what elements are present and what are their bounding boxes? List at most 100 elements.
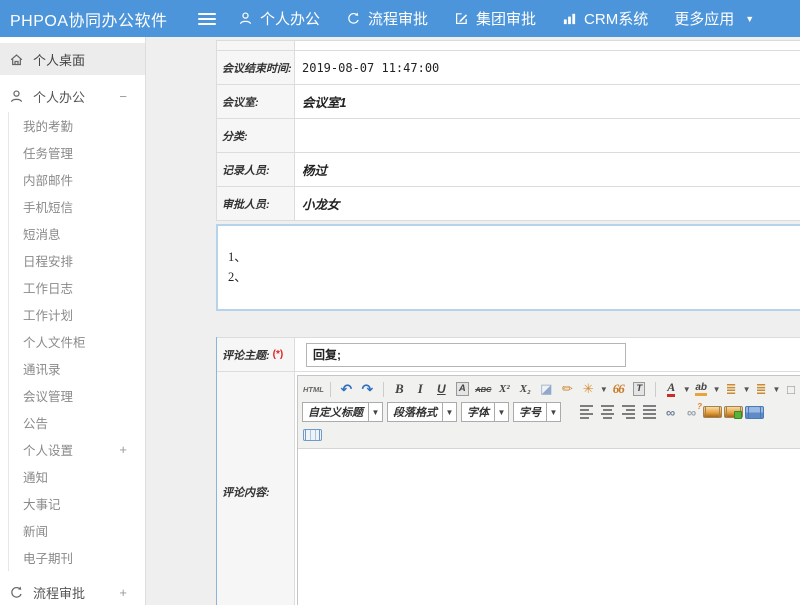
minutes-line: 1、	[228, 247, 800, 267]
superscript-icon[interactable]: X²	[495, 380, 514, 399]
unlink-icon[interactable]: ∞	[682, 403, 701, 422]
sidebar-submenu: 我的考勤任务管理内部邮件手机短信短消息日程安排工作日志工作计划个人文件柜通讯录会…	[8, 112, 145, 571]
caret-down-icon[interactable]: ▼	[494, 403, 508, 421]
sidebar-item-label: 任务管理	[23, 143, 73, 162]
sidebar-group-process-approval[interactable]: 流程审批 +	[0, 576, 145, 605]
home-icon	[9, 52, 24, 67]
sidebar-item-notification[interactable]: 通知	[9, 463, 145, 490]
sidebar-group-personal-office[interactable]: 个人办公 −	[0, 80, 145, 112]
sidebar-item-label: 大事记	[23, 494, 61, 513]
sidebar-item-memorabilia[interactable]: 大事记	[9, 490, 145, 517]
sidebar-item-mobile-sms[interactable]: 手机短信	[9, 193, 145, 220]
underline-icon[interactable]: U	[432, 380, 451, 399]
nav-more-apps[interactable]: 更多应用▼	[674, 8, 754, 29]
sidebar-item-work-log[interactable]: 工作日志	[9, 274, 145, 301]
hamburger-icon[interactable]	[198, 13, 216, 25]
minutes-line: 2、	[228, 267, 800, 287]
sidebar-item-contacts[interactable]: 通讯录	[9, 355, 145, 382]
field-label: 记录人员:	[217, 153, 295, 186]
font-color-icon-dropdown[interactable]: ▼	[683, 385, 691, 394]
sidebar-group-label: 流程审批	[33, 583, 85, 602]
link-icon[interactable]: ∞	[661, 403, 680, 422]
sidebar-item-schedule[interactable]: 日程安排	[9, 247, 145, 274]
sidebar-item-personal-settings[interactable]: 个人设置+	[9, 436, 145, 463]
remove-format-eraser-icon[interactable]: ◪	[537, 380, 556, 399]
paste-as-text-icon[interactable]: T	[630, 380, 649, 399]
sidebar-item-my-attendance[interactable]: 我的考勤	[9, 112, 145, 139]
separator	[655, 382, 656, 397]
rich-text-editor: HTML↶↷BIUAABCX²X₂◪✏✳▼66TA▼ab▼≣▼≣▼□ 自定义标题…	[297, 375, 800, 605]
ordered-list-icon-dropdown[interactable]: ▼	[743, 385, 751, 394]
comment-content-label: 评论内容:	[222, 484, 270, 500]
expand-icon[interactable]: +	[119, 585, 127, 600]
font-size-select-label: 字号	[514, 404, 546, 420]
unordered-list-icon-dropdown[interactable]: ▼	[773, 385, 781, 394]
heading-select[interactable]: 自定义标题▼	[302, 402, 383, 422]
strikethrough-icon[interactable]: ABC	[474, 380, 493, 399]
font-color-icon[interactable]: A	[662, 380, 681, 399]
user-icon	[9, 89, 24, 104]
font-size-select[interactable]: 字号▼	[513, 402, 561, 422]
field-value	[295, 119, 800, 152]
nav-process-approval[interactable]: 流程审批	[346, 8, 428, 29]
net-image-icon[interactable]	[724, 406, 743, 418]
comment-subject-input[interactable]	[306, 343, 626, 367]
clean-html-brush-icon[interactable]: ✏	[558, 380, 577, 399]
sidebar-item-task-management[interactable]: 任务管理	[9, 139, 145, 166]
sidebar-item-label: 我的考勤	[23, 116, 73, 135]
redo-icon[interactable]: ↷	[358, 380, 377, 399]
highlight-color-icon-dropdown[interactable]: ▼	[713, 385, 721, 394]
highlight-color-icon[interactable]: ab	[692, 380, 711, 399]
ordered-list-icon[interactable]: ≣	[722, 380, 741, 399]
bold-icon[interactable]: B	[390, 380, 409, 399]
nav-group-approval[interactable]: 集团审批	[454, 8, 536, 29]
expand-icon[interactable]: +	[119, 442, 127, 457]
user-icon	[238, 11, 253, 26]
align-justify-icon[interactable]	[640, 403, 659, 422]
sidebar-item-personal-desktop[interactable]: 个人桌面	[0, 43, 145, 75]
font-style-icon[interactable]: A	[453, 380, 472, 399]
insert-table-icon[interactable]	[303, 429, 322, 441]
new-page-icon[interactable]: □	[781, 380, 800, 399]
sidebar-item-personal-file-cabinet[interactable]: 个人文件柜	[9, 328, 145, 355]
app-logo[interactable]: PHPOA协同办公软件	[0, 7, 190, 31]
insert-media-icon[interactable]	[745, 406, 764, 419]
caret-down-icon[interactable]: ▼	[368, 403, 382, 421]
field-value: 2019-08-07 11:47:00	[295, 51, 800, 84]
sidebar-item-short-message[interactable]: 短消息	[9, 220, 145, 247]
sidebar-item-internal-mail[interactable]: 内部邮件	[9, 166, 145, 193]
quick-format-wand-icon[interactable]: ✳	[579, 380, 598, 399]
sidebar-item-e-journal[interactable]: 电子期刊	[9, 544, 145, 571]
align-center-icon[interactable]	[598, 403, 617, 422]
sidebar-item-news[interactable]: 新闻	[9, 517, 145, 544]
editor-content-area[interactable]	[298, 449, 800, 605]
nav-crm-system[interactable]: CRM系统	[562, 8, 648, 29]
sidebar-item-work-plan[interactable]: 工作计划	[9, 301, 145, 328]
nav-personal-office[interactable]: 个人办公	[238, 8, 320, 29]
subscript-icon[interactable]: X₂	[516, 380, 535, 399]
comment-form-table: 评论主题: (*) 评论内容: HTML↶↷BIUAABCX²X₂◪✏✳▼66T…	[216, 337, 800, 605]
undo-icon[interactable]: ↶	[337, 380, 356, 399]
editor-toolbar: HTML↶↷BIUAABCX²X₂◪✏✳▼66TA▼ab▼≣▼≣▼□ 自定义标题…	[298, 376, 800, 449]
row-category: 分类:	[216, 119, 800, 153]
caret-down-icon[interactable]: ▼	[546, 403, 560, 421]
quick-format-wand-icon-dropdown[interactable]: ▼	[600, 385, 608, 394]
italic-icon[interactable]: I	[411, 380, 430, 399]
collapse-icon[interactable]: −	[119, 89, 127, 104]
sidebar-item-announcement[interactable]: 公告	[9, 409, 145, 436]
align-right-icon[interactable]	[619, 403, 638, 422]
sidebar-item-meeting-management[interactable]: 会议管理	[9, 382, 145, 409]
nav-item-label: 更多应用	[674, 8, 734, 29]
blockquote-icon[interactable]: 66	[609, 380, 628, 399]
process-icon	[346, 11, 361, 26]
insert-image-icon[interactable]	[703, 406, 722, 418]
caret-down-icon[interactable]: ▼	[442, 403, 456, 421]
chart-icon	[562, 11, 577, 26]
paragraph-format-select[interactable]: 段落格式▼	[387, 402, 457, 422]
align-left-icon[interactable]	[577, 403, 596, 422]
sidebar-group-label: 个人办公	[33, 87, 85, 106]
font-family-select[interactable]: 字体▼	[461, 402, 509, 422]
nav-item-label: CRM系统	[584, 8, 648, 29]
unordered-list-icon[interactable]: ≣	[752, 380, 771, 399]
source-code-button[interactable]: HTML	[303, 380, 324, 399]
